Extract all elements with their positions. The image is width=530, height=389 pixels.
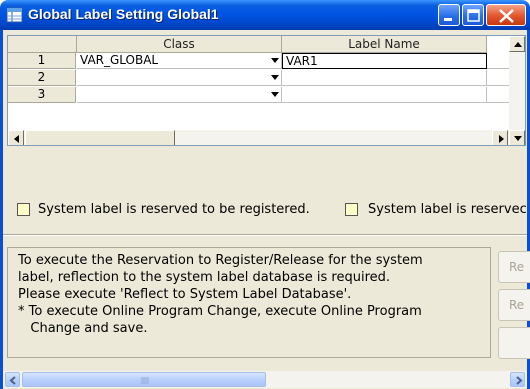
register-button[interactable]: Re — [498, 251, 530, 283]
class-cell[interactable] — [77, 70, 282, 86]
maximize-button[interactable] — [462, 4, 484, 26]
table-icon — [6, 7, 23, 23]
window-scroll-thumb[interactable] — [22, 372, 266, 387]
right-arrow-icon — [499, 135, 504, 143]
maximize-icon — [467, 9, 480, 22]
left-arrow-icon — [9, 376, 16, 385]
label-name-cell[interactable] — [282, 87, 487, 103]
scroll-up-button[interactable] — [509, 36, 525, 52]
label-name-cell[interactable] — [282, 70, 487, 86]
label-grid[interactable]: Class Label Name 1 VAR_GLOBAL VAR1 2 3 — [7, 35, 526, 146]
row-header[interactable]: 2 — [8, 70, 76, 86]
reserved-release-legend: System label is reservec — [368, 202, 527, 217]
window-title: Global Label Setting Global1 — [28, 6, 219, 22]
scroll-left-button[interactable] — [8, 130, 24, 145]
label-name-cell[interactable]: VAR1 — [282, 53, 487, 69]
release-button[interactable]: Re — [498, 289, 530, 321]
dropdown-arrow-icon[interactable] — [271, 75, 279, 80]
title-bar[interactable]: Global Label Setting Global1 — [0, 0, 530, 30]
scroll-left-button[interactable] — [5, 372, 20, 387]
minimize-icon — [444, 18, 452, 21]
column-header-label-name[interactable]: Label Name — [282, 36, 487, 53]
row-header[interactable]: 3 — [8, 87, 76, 103]
left-arrow-icon — [14, 135, 19, 143]
reserved-release-swatch — [345, 203, 358, 216]
grid-vertical-scrollbar[interactable] — [509, 36, 525, 145]
right-arrow-icon — [516, 376, 523, 385]
dropdown-arrow-icon[interactable] — [271, 58, 279, 63]
class-cell[interactable]: VAR_GLOBAL — [77, 53, 282, 69]
scroll-right-button[interactable] — [510, 372, 525, 387]
corner-header — [8, 36, 77, 53]
separator-highlight — [3, 235, 527, 236]
grip-icon — [141, 377, 149, 384]
up-arrow-icon — [514, 42, 522, 47]
window-horizontal-scrollbar[interactable] — [3, 371, 527, 388]
close-icon — [499, 9, 514, 23]
label-name-value: VAR1 — [286, 54, 318, 68]
grid-scroll-thumb[interactable] — [25, 130, 175, 145]
class-value: VAR_GLOBAL — [80, 53, 159, 67]
class-cell[interactable] — [77, 87, 282, 103]
reserved-register-swatch — [17, 203, 30, 216]
info-message: To execute the Reservation to Register/R… — [18, 253, 423, 336]
minimize-button[interactable] — [438, 4, 460, 26]
scroll-down-button[interactable] — [509, 130, 525, 145]
scroll-right-button[interactable] — [492, 130, 508, 145]
reserved-register-legend: System label is reserved to be registere… — [38, 202, 310, 217]
side-button[interactable] — [498, 327, 530, 359]
column-header-class[interactable]: Class — [77, 36, 282, 53]
close-button[interactable] — [486, 4, 526, 26]
dropdown-arrow-icon[interactable] — [271, 92, 279, 97]
row-header[interactable]: 1 — [8, 53, 76, 69]
down-arrow-icon — [514, 136, 522, 141]
grid-horizontal-scrollbar[interactable] — [8, 130, 509, 145]
